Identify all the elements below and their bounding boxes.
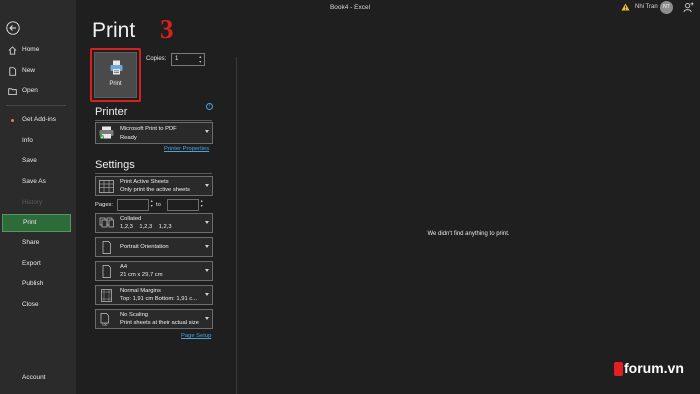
pages-label: Pages:: [95, 202, 114, 208]
nav-item-history: History: [0, 194, 76, 212]
collation-desc: 1,2,3 1,2,3 1,2,3: [120, 224, 172, 230]
portrait-page-icon: [102, 241, 111, 254]
paper-size-desc: 21 cm x 29,7 cm: [120, 272, 163, 278]
paper-size-icon: [102, 265, 111, 278]
chevron-down-icon: [205, 293, 209, 296]
copies-label: Copies:: [146, 56, 167, 62]
nav-item-label: Print: [23, 219, 37, 226]
printer-status: Ready: [120, 135, 137, 141]
info-icon[interactable]: i: [206, 103, 213, 110]
paper-size-select[interactable]: A4 21 cm x 29,7 cm: [95, 261, 213, 281]
pages-from-input[interactable]: [117, 199, 149, 211]
scaling-title: No Scaling: [120, 312, 149, 318]
section-divider: [95, 173, 212, 174]
margins-select[interactable]: Normal Margins Top: 1,91 cm Bottom: 1,91…: [95, 285, 213, 305]
nav-item-publish[interactable]: Publish: [0, 275, 76, 293]
nav-item-label: Save: [22, 157, 37, 164]
nav-item-new[interactable]: New: [0, 62, 76, 80]
collation-select[interactable]: Collated 1,2,3 1,2,3 1,2,3: [95, 213, 213, 233]
collation-title: Collated: [120, 216, 142, 222]
orientation-select[interactable]: Portrait Orientation: [95, 237, 213, 257]
page-setup-link[interactable]: Page Setup: [181, 333, 211, 339]
nav-item-save[interactable]: Save: [0, 152, 76, 170]
preview-empty-message: We didn't find anything to print.: [427, 231, 510, 237]
printer-heading: Printer: [95, 106, 128, 118]
nav-item-save-as[interactable]: Save As: [0, 173, 76, 191]
nav-item-close[interactable]: Close: [0, 296, 76, 314]
annotation-step-number: 3: [160, 14, 174, 44]
settings-heading: Settings: [95, 159, 135, 171]
orientation-title: Portrait Orientation: [120, 244, 169, 250]
nav-item-label: Publish: [22, 280, 44, 287]
nav-item-label: Open: [22, 87, 38, 94]
chevron-down-icon: [205, 269, 209, 272]
nav-item-get-add-ins[interactable]: Get Add-ins: [0, 111, 76, 129]
watermark-mark: [614, 362, 623, 376]
spinner-arrows-icon[interactable]: ▲ ▼: [199, 55, 202, 64]
pages-to-label: to: [156, 202, 161, 208]
margins-title: Normal Margins: [120, 288, 161, 294]
print-what-desc: Only print the active sheets: [120, 187, 190, 193]
nav-item-label: Account: [22, 374, 46, 381]
scaling-icon: 100: [100, 313, 109, 326]
printer-device-icon: [99, 126, 114, 139]
nav-item-label: Info: [22, 137, 33, 144]
dot-indicator: [11, 119, 14, 122]
nav-item-label: Share: [22, 239, 40, 246]
section-divider: [95, 120, 212, 121]
print-what-title: Print Active Sheets: [120, 179, 169, 185]
copies-value: 1: [175, 56, 179, 62]
sheets-icon: [99, 180, 114, 193]
nav-item-account[interactable]: Account: [0, 369, 76, 387]
nav-item-export[interactable]: Export: [0, 255, 76, 273]
copies-stepper[interactable]: 1 ▲ ▼: [171, 53, 205, 66]
margins-desc: Top: 1,91 cm Bottom: 1,91 c...: [120, 296, 198, 302]
paper-size-title: A4: [120, 264, 128, 270]
watermark-text: forum.vn: [624, 360, 684, 376]
nav-item-label: History: [22, 199, 43, 206]
watermark-logo: forum.vn: [536, 358, 694, 380]
collated-icon: [99, 217, 114, 228]
print-pane: Print 3 Print Copies: 1 ▲ ▼ i Printer Mic…: [76, 0, 700, 394]
svg-text:100: 100: [102, 323, 108, 326]
chevron-down-icon: [205, 245, 209, 248]
printer-properties-link[interactable]: Printer Properties: [164, 146, 209, 152]
print-button-label: Print: [109, 81, 122, 87]
nav-item-label: Export: [22, 260, 41, 267]
preview-divider: [236, 57, 237, 394]
nav-item-label: Get Add-ins: [22, 116, 56, 123]
nav-item-home[interactable]: Home: [0, 41, 76, 59]
page-title: Print: [92, 19, 136, 42]
spinner-arrows-icon[interactable]: ▲ ▼: [150, 199, 153, 208]
chevron-down-icon: [205, 221, 209, 224]
nav-item-print[interactable]: Print: [2, 214, 71, 232]
chevron-down-icon: [205, 184, 209, 187]
back-arrow-icon[interactable]: [6, 21, 20, 35]
pages-range: Pages: ▲ ▼ to ▲ ▼: [95, 198, 213, 212]
nav-item-open[interactable]: Open: [0, 82, 76, 100]
nav-divider: [6, 105, 66, 106]
printer-icon: [110, 60, 123, 75]
print-what-select[interactable]: Print Active Sheets Only print the activ…: [95, 176, 213, 196]
margins-icon: [101, 289, 112, 302]
nav-item-info[interactable]: Info: [0, 132, 76, 150]
scaling-desc: Print sheets at their actual size: [120, 320, 199, 326]
print-button[interactable]: Print: [94, 52, 137, 98]
chevron-down-icon: [205, 317, 209, 320]
chevron-down-icon: [205, 130, 209, 133]
nav-item-share[interactable]: Share: [0, 234, 76, 252]
open-folder-icon: [8, 88, 17, 96]
printer-select[interactable]: Microsoft Print to PDF Ready: [95, 122, 213, 144]
nav-item-label: New: [22, 67, 36, 74]
printer-name: Microsoft Print to PDF: [120, 126, 177, 132]
nav-item-label: Save As: [22, 178, 46, 185]
spinner-arrows-icon[interactable]: ▲ ▼: [200, 199, 203, 208]
nav-item-label: Home: [22, 46, 40, 53]
new-document-icon: [9, 67, 17, 76]
home-icon: [8, 46, 17, 55]
nav-item-label: Close: [22, 301, 39, 308]
backstage-sidebar: Home New Open Get Add-ins Info Save Save…: [0, 0, 76, 394]
pages-to-input[interactable]: [167, 199, 199, 211]
scaling-select[interactable]: 100 No Scaling Print sheets at their act…: [95, 309, 213, 329]
